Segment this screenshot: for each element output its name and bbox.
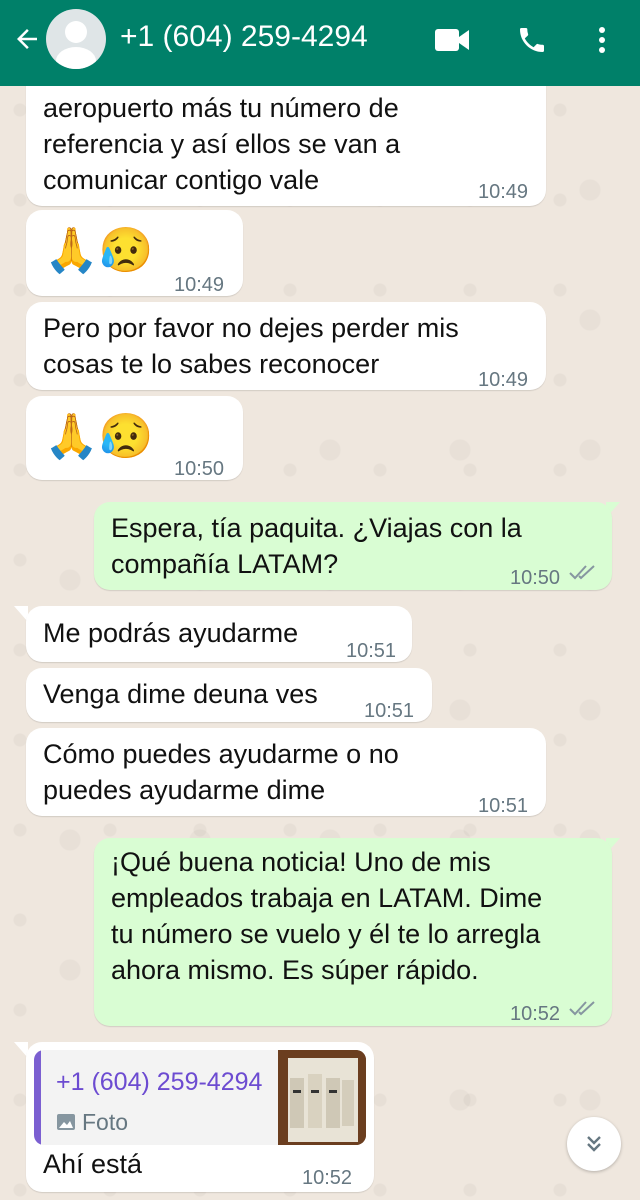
message-line: aeropuerto más tu número de — [43, 93, 399, 123]
message-text: Ahí está — [43, 1149, 143, 1179]
message-line: ¡Qué buena noticia! Uno de mis — [111, 847, 491, 877]
message-line: Cómo puedes ayudarme o no — [43, 739, 399, 769]
quote-type-label: Foto — [82, 1109, 129, 1135]
message-time: 10:52 — [302, 1167, 353, 1189]
back-arrow-icon[interactable] — [8, 20, 46, 58]
message-bubble[interactable]: +1 (604) 259-4294 Foto Ahí está 10:52 — [26, 1042, 374, 1192]
message-text: Pero por favor no dejes perder mis cosas… — [43, 310, 459, 382]
message-line: comunicar contigo vale — [43, 165, 320, 195]
scroll-down-icon — [587, 1136, 601, 1152]
quote-sender: +1 (604) 259-4294 — [56, 1068, 263, 1096]
quote-accent-bar — [34, 1050, 41, 1145]
message-line: puedes ayudarme dime — [43, 775, 326, 805]
message-line: ahora mismo. Es súper rápido. — [111, 955, 479, 985]
message-line: empleados trabaja en LATAM. Dime — [111, 883, 543, 913]
message-time: 10:50 — [174, 458, 225, 480]
message-time: 10:49 — [174, 274, 225, 296]
scroll-down-button[interactable] — [567, 1117, 621, 1171]
message-line: cosas te lo sabes reconocer — [43, 349, 380, 379]
double-check-icon — [569, 1001, 595, 1016]
message-bubble[interactable]: ¡Qué buena noticia! Uno de mis empleados… — [94, 838, 612, 1026]
message-line: compañía LATAM? — [111, 549, 339, 579]
phone-icon[interactable] — [514, 22, 550, 58]
message-time: 10:52 — [510, 1003, 561, 1025]
message-text: ¡Qué buena noticia! Uno de mis empleados… — [111, 844, 542, 988]
message-text: Cómo puedes ayudarme o no puedes ayudarm… — [43, 736, 399, 808]
more-options-icon[interactable] — [584, 22, 620, 58]
message-text: Espera, tía paquita. ¿Viajas con la comp… — [111, 510, 522, 582]
message-emoji: 🙏😥 — [44, 226, 154, 275]
avatar[interactable] — [46, 9, 106, 69]
message-time: 10:50 — [510, 567, 561, 589]
message-bubble[interactable]: Pero por favor no dejes perder mis cosas… — [26, 302, 546, 391]
message-time: 10:49 — [478, 369, 529, 391]
message-bubble[interactable]: 🙏😥 10:50 — [26, 396, 243, 480]
quoted-message[interactable]: +1 (604) 259-4294 Foto — [34, 1050, 366, 1145]
message-text: Venga dime deuna ves — [43, 679, 318, 709]
contact-name[interactable]: +1 (604) 259-4294 — [120, 20, 368, 54]
message-line: referencia y así ellos se van a — [43, 129, 401, 159]
message-emoji: 🙏😥 — [44, 412, 154, 461]
message-bubble[interactable]: Cómo puedes ayudarme o no puedes ayudarm… — [26, 728, 546, 817]
message-time: 10:49 — [478, 181, 529, 203]
message-text: Me podrás ayudarme — [43, 618, 299, 648]
chat-header: +1 (604) 259-4294 — [0, 0, 640, 86]
message-bubble[interactable]: Venga dime deuna ves 10:51 — [26, 668, 432, 722]
message-text: aeropuerto más tu número de referencia y… — [43, 90, 400, 198]
message-line: Pero por favor no dejes perder mis — [43, 313, 459, 343]
message-bubble[interactable]: 🙏😥 10:49 — [26, 210, 243, 296]
photo-icon — [57, 1114, 75, 1130]
message-bubble[interactable]: Espera, tía paquita. ¿Viajas con la comp… — [94, 502, 612, 590]
quote-photo-thumbnail — [278, 1050, 366, 1145]
message-line: Espera, tía paquita. ¿Viajas con la — [111, 513, 522, 543]
double-check-icon — [569, 565, 595, 580]
video-call-icon[interactable] — [434, 22, 470, 58]
message-time: 10:51 — [478, 795, 529, 817]
message-time: 10:51 — [346, 640, 397, 662]
message-bubble[interactable]: Me podrás ayudarme 10:51 — [26, 606, 412, 662]
message-time: 10:51 — [364, 700, 415, 722]
quote-type: Foto — [56, 1104, 128, 1140]
message-line: tu número se vuelo y él te lo arregla — [111, 919, 541, 949]
